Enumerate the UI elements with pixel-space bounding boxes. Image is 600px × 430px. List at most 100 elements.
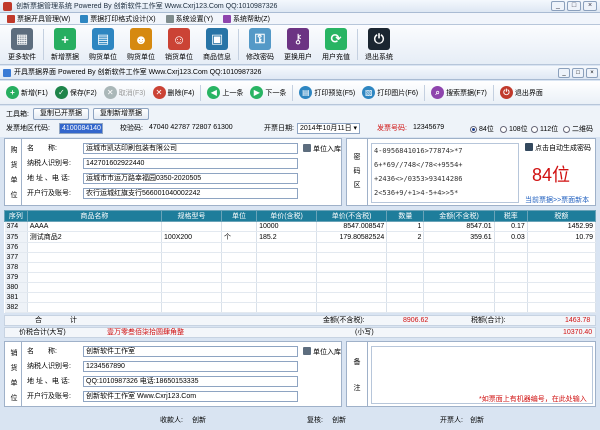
table-cell[interactable]: [494, 292, 528, 303]
table-cell[interactable]: 8547.01: [423, 221, 495, 232]
table-row[interactable]: 382: [4, 302, 597, 313]
copy-issued-button[interactable]: 复制已开票据: [32, 107, 89, 120]
column-header[interactable]: 规格型号: [161, 210, 222, 222]
table-cell[interactable]: [27, 272, 163, 283]
table-cell[interactable]: 1: [386, 221, 425, 232]
table-cell[interactable]: [221, 242, 258, 253]
table-cell[interactable]: [27, 292, 163, 303]
table-cell[interactable]: [527, 302, 597, 313]
table-cell[interactable]: 179.80582524: [316, 231, 388, 243]
table-cell[interactable]: [161, 221, 222, 232]
table-cell[interactable]: [161, 272, 222, 283]
table-cell[interactable]: [423, 302, 495, 313]
table-cell[interactable]: [423, 262, 495, 273]
seller-bank-field[interactable]: 创新软件工作室 Www.Cxrj123.Com: [83, 391, 298, 402]
action-button-5[interactable]: ▶ 下一条: [247, 84, 289, 102]
table-cell[interactable]: [423, 272, 495, 283]
table-cell[interactable]: [256, 242, 317, 253]
table-cell[interactable]: [27, 302, 163, 313]
column-header[interactable]: 单位: [220, 210, 258, 222]
table-cell[interactable]: [527, 242, 597, 253]
table-cell[interactable]: [316, 302, 388, 313]
table-cell[interactable]: [527, 292, 597, 303]
action-button-4[interactable]: ◀ 上一条: [204, 84, 246, 102]
action-button-9[interactable]: ⏻ 退出界面: [497, 84, 546, 102]
size-radio-3[interactable]: 二维码: [563, 124, 593, 134]
table-cell[interactable]: [256, 302, 317, 313]
table-cell[interactable]: [27, 282, 163, 293]
table-cell[interactable]: [316, 282, 388, 293]
table-cell[interactable]: [316, 262, 388, 273]
table-cell[interactable]: 测试商品2: [27, 231, 163, 243]
check-code-field[interactable]: 47040 42787 72807 61300: [147, 123, 237, 134]
table-cell[interactable]: 382: [4, 302, 28, 313]
table-cell[interactable]: 185.2: [256, 231, 317, 243]
cipher-text-area[interactable]: 4-0956841016>77874>*7 6+*69//748</78<+955…: [371, 143, 519, 203]
action-button-6[interactable]: ▤ 打印预览(F5): [296, 84, 358, 102]
table-cell[interactable]: [221, 302, 258, 313]
table-cell[interactable]: [316, 292, 388, 303]
table-cell[interactable]: [221, 282, 258, 293]
main-tool-button-2[interactable]: ▤ 购货单位: [84, 25, 122, 65]
generate-cipher-button[interactable]: 点击自动生成密码: [525, 143, 591, 153]
invoice-number-field[interactable]: 12345679: [411, 123, 455, 134]
current-invoice-link[interactable]: 当前票据>>票面新本: [525, 195, 589, 205]
table-cell[interactable]: [386, 242, 425, 253]
table-cell[interactable]: 380: [4, 282, 28, 293]
close-button[interactable]: ×: [583, 1, 597, 11]
table-cell[interactable]: AAAA: [27, 221, 163, 232]
table-cell[interactable]: [494, 302, 528, 313]
action-button-7[interactable]: ▧ 打印图片(F6): [359, 84, 421, 102]
table-row[interactable]: 378: [4, 262, 597, 273]
table-cell[interactable]: [494, 252, 528, 263]
table-row[interactable]: 375 测试商品2 100X200 个 185.2 179.80582524 2 359.61…: [4, 231, 597, 243]
seller-address-field[interactable]: QQ:1010987326 电话:18650153335: [83, 376, 298, 387]
table-cell[interactable]: [161, 262, 222, 273]
table-cell[interactable]: [527, 262, 597, 273]
table-cell[interactable]: 10.79: [527, 231, 597, 243]
sub-close-button[interactable]: ×: [586, 68, 598, 78]
table-cell[interactable]: [386, 252, 425, 263]
table-cell[interactable]: 0.03: [494, 231, 528, 243]
table-cell[interactable]: 378: [4, 262, 28, 273]
table-row[interactable]: 380: [4, 282, 597, 293]
table-cell[interactable]: [316, 242, 388, 253]
table-cell[interactable]: [221, 272, 258, 283]
table-cell[interactable]: [221, 252, 258, 263]
table-cell[interactable]: 10000: [256, 221, 317, 232]
table-cell[interactable]: 379: [4, 272, 28, 283]
minimize-button[interactable]: _: [551, 1, 565, 11]
table-cell[interactable]: 2: [386, 231, 425, 243]
table-cell[interactable]: [27, 262, 163, 273]
table-row[interactable]: 381: [4, 292, 597, 303]
table-cell[interactable]: [256, 282, 317, 293]
table-cell[interactable]: [527, 282, 597, 293]
table-cell[interactable]: [386, 282, 425, 293]
table-cell[interactable]: [27, 242, 163, 253]
column-header[interactable]: 序列: [4, 210, 28, 222]
table-cell[interactable]: [423, 292, 495, 303]
table-row[interactable]: 377: [4, 252, 597, 263]
seller-to-library-button[interactable]: 单位入库: [303, 347, 341, 357]
table-cell[interactable]: [386, 302, 425, 313]
table-cell[interactable]: [386, 292, 425, 303]
main-tool-button-8[interactable]: ⟳ 用户充值: [317, 25, 355, 65]
table-cell[interactable]: [423, 242, 495, 253]
column-header[interactable]: 税率: [493, 210, 528, 222]
buyer-address-field[interactable]: 运城市市运万路幸福园0350-2020505: [83, 173, 298, 184]
main-tool-button-4[interactable]: ☺ 销货单位: [160, 25, 198, 65]
table-cell[interactable]: 个: [221, 231, 258, 243]
table-cell[interactable]: [494, 262, 528, 273]
maximize-button[interactable]: □: [567, 1, 581, 11]
table-cell[interactable]: 377: [4, 252, 28, 263]
action-button-2[interactable]: ✕ 取消(F3): [101, 84, 149, 102]
column-header[interactable]: 数量: [386, 210, 425, 222]
table-cell[interactable]: [221, 262, 258, 273]
table-row[interactable]: 379: [4, 272, 597, 283]
region-code-field[interactable]: 4100084140: [59, 123, 103, 134]
table-cell[interactable]: [27, 252, 163, 263]
action-button-1[interactable]: ✓ 保存(F2): [52, 84, 100, 102]
table-cell[interactable]: [256, 272, 317, 283]
table-cell[interactable]: [161, 242, 222, 253]
main-tool-button-7[interactable]: ⚷ 更换用户: [279, 25, 317, 65]
